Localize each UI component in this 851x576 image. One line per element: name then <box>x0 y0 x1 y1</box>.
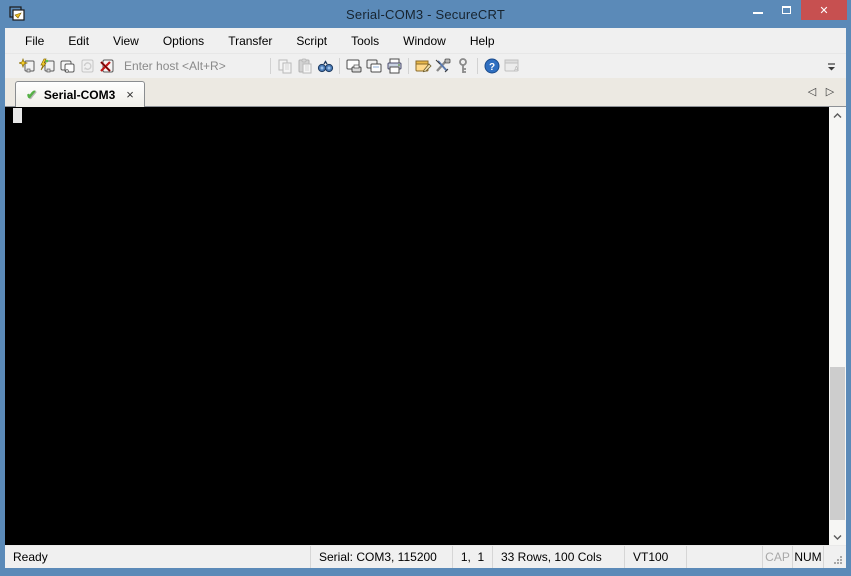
toolbar-separator <box>477 58 478 74</box>
status-bar: Ready Serial: COM3, 115200 1, 1 33 Rows,… <box>5 545 846 568</box>
menu-script[interactable]: Script <box>284 30 339 52</box>
securecrt-window: Serial-COM3 - SecureCRT ✕ File Edit View… <box>0 0 851 576</box>
toolbar-overflow-button[interactable] <box>824 58 838 75</box>
menu-file[interactable]: File <box>13 30 56 52</box>
menu-tools[interactable]: Tools <box>339 30 391 52</box>
status-num-lock: NUM <box>793 546 824 568</box>
connect-icon[interactable] <box>37 57 57 75</box>
menu-view[interactable]: View <box>101 30 151 52</box>
window-title: Serial-COM3 - SecureCRT <box>346 6 505 22</box>
menu-window[interactable]: Window <box>391 30 458 52</box>
close-button[interactable]: ✕ <box>801 0 847 20</box>
scrollbar-thumb[interactable] <box>830 367 845 520</box>
log-session-icon[interactable] <box>344 57 364 75</box>
menu-options[interactable]: Options <box>151 30 216 52</box>
tab-close-icon[interactable]: × <box>126 87 134 102</box>
copy-icon <box>275 57 295 75</box>
status-cursor-position: 1, 1 <box>453 546 493 568</box>
connected-check-icon: ✔ <box>26 87 37 102</box>
connect-in-tab-icon[interactable] <box>57 57 77 75</box>
svg-text:A: A <box>514 66 519 73</box>
menu-help[interactable]: Help <box>458 30 507 52</box>
status-emulation: VT100 <box>625 546 687 568</box>
scroll-down-button[interactable] <box>829 529 846 545</box>
session-options-icon[interactable] <box>413 57 433 75</box>
maximize-button[interactable] <box>772 0 801 20</box>
maximize-icon <box>782 6 791 14</box>
app-window-icon: A <box>502 57 522 75</box>
status-ready: Ready <box>5 546 311 568</box>
raw-log-session-icon[interactable] <box>364 57 384 75</box>
tab-label: Serial-COM3 <box>43 87 116 102</box>
status-blank <box>687 546 763 568</box>
minimize-button[interactable] <box>743 0 772 20</box>
status-terminal-size: 33 Rows, 100 Cols <box>493 546 625 568</box>
tab-scroll-arrows: ◁ ▷ <box>806 85 836 98</box>
titlebar: Serial-COM3 - SecureCRT ✕ <box>0 0 851 28</box>
terminal-cursor <box>13 108 22 123</box>
toolbar-separator <box>408 58 409 74</box>
tab-bar: ✔ Serial-COM3 × ◁ ▷ <box>5 78 846 107</box>
tab-scroll-left-icon[interactable]: ◁ <box>806 85 818 98</box>
minimize-icon <box>752 12 763 14</box>
terminal-screen[interactable] <box>5 107 829 545</box>
svg-text:?: ? <box>489 62 495 73</box>
caption-buttons: ✕ <box>743 0 847 20</box>
toolbar-separator <box>270 58 271 74</box>
global-options-icon[interactable] <box>433 57 453 75</box>
status-serial: Serial: COM3, 115200 <box>311 546 453 568</box>
paste-icon <box>295 57 315 75</box>
menu-bar: File Edit View Options Transfer Script T… <box>5 28 846 53</box>
menu-edit[interactable]: Edit <box>56 30 101 52</box>
print-icon[interactable] <box>384 57 404 75</box>
resize-grip[interactable] <box>824 546 846 568</box>
tab-scroll-right-icon[interactable]: ▷ <box>824 85 836 98</box>
toolbar: Enter host <Alt+R> ? A <box>5 53 846 78</box>
terminal-row <box>5 107 846 545</box>
reconnect-icon <box>77 57 97 75</box>
host-input[interactable]: Enter host <Alt+R> <box>120 56 262 76</box>
tab-serial-com3[interactable]: ✔ Serial-COM3 × <box>15 81 145 107</box>
quick-connect-icon[interactable] <box>17 57 37 75</box>
status-caps-lock: CAP <box>763 546 793 568</box>
scroll-up-button[interactable] <box>829 107 846 123</box>
toolbar-separator <box>339 58 340 74</box>
keys-icon[interactable] <box>453 57 473 75</box>
vertical-scrollbar[interactable] <box>829 107 846 545</box>
help-icon[interactable]: ? <box>482 57 502 75</box>
menu-transfer[interactable]: Transfer <box>216 30 284 52</box>
disconnect-icon[interactable] <box>97 57 117 75</box>
find-icon[interactable] <box>315 57 335 75</box>
